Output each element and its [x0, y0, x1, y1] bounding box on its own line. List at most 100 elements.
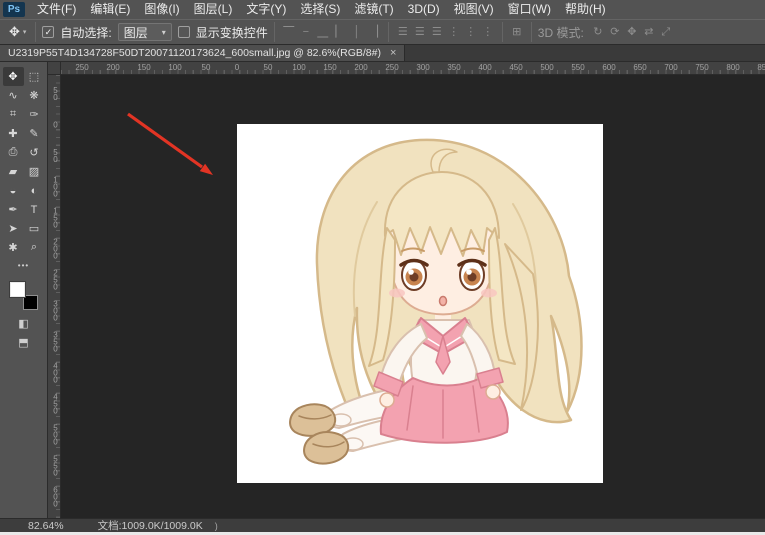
- distribute-bottom-edges-icon[interactable]: ☰: [429, 23, 445, 41]
- menu-item[interactable]: 选择(S): [293, 0, 347, 19]
- separator: [388, 22, 389, 42]
- 3d-scale-icon[interactable]: ⤢: [658, 23, 674, 41]
- vertical-ruler[interactable]: 50050100150200250300350400450500550600: [48, 75, 61, 518]
- menu-item[interactable]: 窗口(W): [501, 0, 558, 19]
- horizontal-ruler[interactable]: 2502001501005005010015020025030035040045…: [61, 62, 765, 75]
- menu-item[interactable]: 帮助(H): [558, 0, 613, 19]
- dodge-tool[interactable]: ◐: [24, 181, 45, 200]
- clone-stamp-tool[interactable]: ⎙: [3, 143, 24, 162]
- eraser-tool[interactable]: ▰: [3, 162, 24, 181]
- menu-item[interactable]: 文件(F): [30, 0, 83, 19]
- quick-selection-tool[interactable]: ❋: [24, 86, 45, 105]
- menu-item[interactable]: 图像(I): [137, 0, 186, 19]
- ruler-label: 50: [48, 148, 60, 162]
- distribute-right-edges-icon[interactable]: ⋮: [480, 23, 496, 41]
- blur-tool[interactable]: ◒: [3, 181, 24, 200]
- ruler-label: 700: [664, 63, 677, 72]
- lasso-tool[interactable]: ∿: [3, 86, 24, 105]
- spot-healing-brush-tool[interactable]: ✚: [3, 124, 24, 143]
- ruler-label: 50: [264, 63, 273, 72]
- ruler-label: 400: [478, 63, 491, 72]
- zoom-tool[interactable]: ⌕: [24, 238, 45, 257]
- move-tool[interactable]: ✥: [3, 67, 24, 86]
- ruler-label: 350: [48, 331, 60, 352]
- distribute-icons-group: ☰☰☰⋮⋮⋮: [395, 23, 496, 41]
- edit-toolbar-icon[interactable]: •••: [18, 261, 29, 273]
- history-brush-tool[interactable]: ↺: [24, 143, 45, 162]
- auto-select-target-dropdown[interactable]: 图层 ▾: [118, 23, 172, 41]
- menu-item[interactable]: 编辑(E): [83, 0, 137, 19]
- ruler-label: 150: [323, 63, 336, 72]
- status-expander-icon[interactable]: ): [215, 521, 218, 531]
- screen-mode-icon[interactable]: ⬒: [18, 338, 28, 349]
- gradient-tool[interactable]: ▨: [24, 162, 45, 181]
- distribute-vertical-centers-icon[interactable]: ☰: [412, 23, 428, 41]
- hand-tool[interactable]: ✱: [3, 238, 24, 257]
- pen-tool[interactable]: ✒: [3, 200, 24, 219]
- ruler-label: 200: [354, 63, 367, 72]
- tool-preset-picker[interactable]: ✥ ▾: [6, 24, 29, 40]
- auto-align-layers-icon[interactable]: ⊞: [509, 23, 525, 41]
- 3d-mode-icons-group: ↻⟳✥⇄⤢: [590, 23, 674, 41]
- 3d-roll-icon[interactable]: ⟳: [607, 23, 623, 41]
- separator: [35, 22, 36, 42]
- menu-item[interactable]: 3D(D): [401, 0, 447, 19]
- ruler-label: 650: [633, 63, 646, 72]
- foreground-color-swatch[interactable]: [10, 282, 25, 297]
- document-tab[interactable]: U2319P55T4D134728F50DT20071120173624_600…: [0, 45, 405, 61]
- 3d-slide-icon[interactable]: ⇄: [641, 23, 657, 41]
- show-transform-label: 显示变换控件: [196, 24, 268, 41]
- tools-grid: ✥⬚∿❋⌗✑✚✎⎙↺▰▨◒◐✒T➤▭✱⌕: [3, 67, 45, 257]
- align-icons-group: ⎺−⎽▏│▕: [281, 23, 382, 41]
- menu-item[interactable]: 视图(V): [447, 0, 501, 19]
- show-transform-checkbox[interactable]: [178, 26, 190, 38]
- menu-item[interactable]: 文字(Y): [239, 0, 293, 19]
- close-icon[interactable]: ×: [390, 47, 396, 59]
- ruler-label: 550: [571, 63, 584, 72]
- eyedropper-tool[interactable]: ✑: [24, 105, 45, 124]
- photoshop-window: Ps 文件(F)编辑(E)图像(I)图层(L)文字(Y)选择(S)滤镜(T)3D…: [0, 0, 765, 535]
- align-vertical-centers-icon[interactable]: −: [298, 23, 314, 41]
- align-horizontal-centers-icon[interactable]: │: [349, 23, 365, 41]
- quick-mask-icon[interactable]: ◧: [18, 319, 28, 330]
- path-selection-tool[interactable]: ➤: [3, 219, 24, 238]
- type-tool[interactable]: T: [24, 200, 45, 219]
- distribute-top-edges-icon[interactable]: ☰: [395, 23, 411, 41]
- anime-girl-illustration: [237, 124, 603, 483]
- separator: [274, 22, 275, 42]
- 3d-drag-icon[interactable]: ✥: [624, 23, 640, 41]
- ruler-label: 200: [106, 63, 119, 72]
- document-title: U2319P55T4D134728F50DT20071120173624_600…: [8, 47, 381, 59]
- 3d-mode-label: 3D 模式:: [538, 24, 584, 41]
- align-top-edges-icon[interactable]: ⎺: [281, 23, 297, 41]
- zoom-level[interactable]: 82.64%: [28, 520, 64, 532]
- 3d-rotate-icon[interactable]: ↻: [590, 23, 606, 41]
- ruler-label: 0: [48, 121, 60, 128]
- ruler-label: 250: [48, 269, 60, 290]
- distribute-left-edges-icon[interactable]: ⋮: [446, 23, 462, 41]
- canvas-area[interactable]: [61, 75, 765, 518]
- rectangular-marquee-tool[interactable]: ⬚: [24, 67, 45, 86]
- ruler-label: 600: [48, 486, 60, 507]
- menu: 文件(F)编辑(E)图像(I)图层(L)文字(Y)选择(S)滤镜(T)3D(D)…: [30, 0, 613, 19]
- brush-tool[interactable]: ✎: [24, 124, 45, 143]
- menu-item[interactable]: 滤镜(T): [347, 0, 400, 19]
- ruler-label: 450: [48, 393, 60, 414]
- align-bottom-edges-icon[interactable]: ⎽: [315, 23, 331, 41]
- ruler-label: 50: [202, 63, 211, 72]
- crop-tool[interactable]: ⌗: [3, 105, 24, 124]
- align-right-edges-icon[interactable]: ▕: [366, 23, 382, 41]
- menu-item[interactable]: 图层(L): [187, 0, 240, 19]
- auto-select-checkbox[interactable]: ✓: [42, 26, 54, 38]
- background-color-swatch[interactable]: [23, 295, 38, 310]
- auto-select-value: 图层: [124, 24, 148, 41]
- ruler-label: 150: [137, 63, 150, 72]
- document-tab-bar: U2319P55T4D134728F50DT20071120173624_600…: [0, 45, 765, 62]
- distribute-horizontal-centers-icon[interactable]: ⋮: [463, 23, 479, 41]
- align-left-edges-icon[interactable]: ▏: [332, 23, 348, 41]
- ruler-label: 500: [48, 424, 60, 445]
- ruler-origin[interactable]: [48, 62, 61, 75]
- document-image[interactable]: [237, 124, 603, 483]
- ruler-label: 100: [48, 176, 60, 197]
- rectangle-tool[interactable]: ▭: [24, 219, 45, 238]
